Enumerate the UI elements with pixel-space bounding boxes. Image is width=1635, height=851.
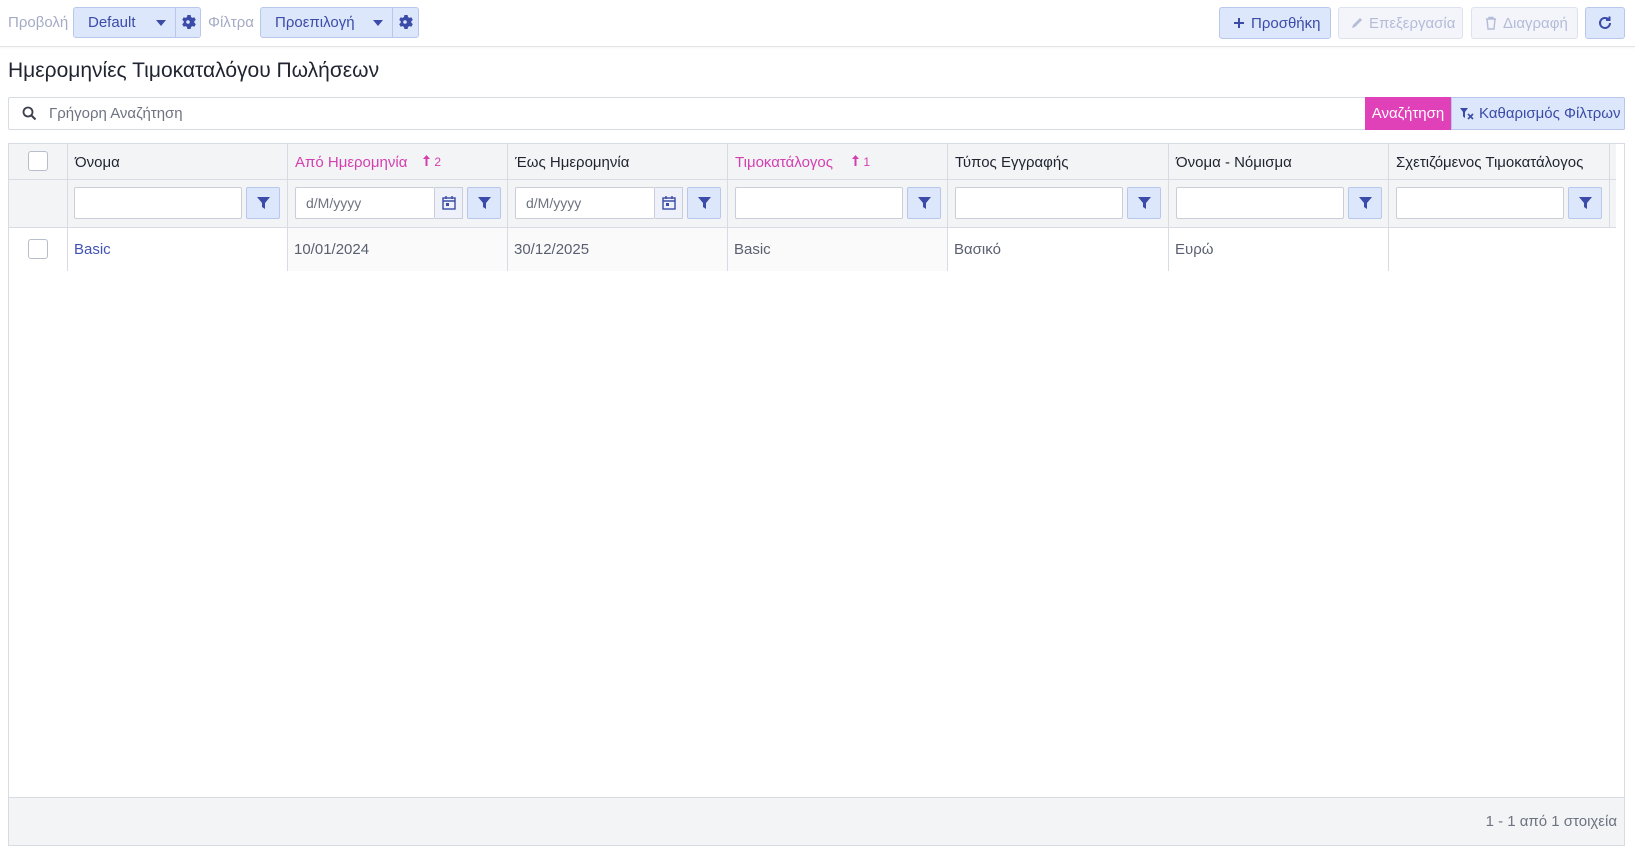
filter-preset-value: Προεπιλογή — [275, 14, 355, 31]
column-title[interactable]: Από Ημερομηνία — [295, 154, 407, 171]
plus-icon — [1234, 18, 1244, 28]
column-title[interactable]: Τύπος Εγγραφής — [955, 154, 1068, 171]
search-button[interactable]: Αναζήτηση — [1365, 97, 1451, 130]
column-header-record-type[interactable]: Τύπος Εγγραφής — [948, 144, 1169, 228]
filter-icon — [1137, 197, 1151, 209]
row-select-cell — [9, 228, 68, 271]
row-checkbox[interactable] — [28, 239, 48, 259]
filter-input-record-type[interactable] — [955, 187, 1123, 219]
refresh-button[interactable] — [1585, 7, 1625, 39]
chevron-down-icon[interactable] — [373, 20, 383, 26]
filter-button[interactable] — [246, 187, 280, 219]
cell-related-pricelist — [1389, 228, 1616, 271]
filter-button[interactable] — [907, 187, 941, 219]
filter-button[interactable] — [467, 187, 501, 219]
filter-preset-selector[interactable]: Προεπιλογή — [260, 7, 419, 38]
pencil-icon — [1352, 18, 1362, 28]
grid-header: Όνομα Από Ημερομηνία 2 d/M/yyyy Έως Ημερ… — [9, 144, 1616, 228]
clear-filters-button[interactable]: Καθαρισμός Φίλτρων — [1451, 97, 1625, 130]
calendar-icon — [661, 196, 676, 210]
gear-icon[interactable] — [180, 14, 196, 30]
grid-footer: 1 - 1 από 1 στοιχεία — [9, 797, 1624, 845]
column-title[interactable]: Τιμοκατάλογος — [735, 154, 833, 171]
column-header-name[interactable]: Όνομα — [68, 144, 288, 228]
delete-button[interactable]: Διαγραφή — [1471, 7, 1578, 39]
column-title[interactable]: Όνομα - Νόμισμα — [1176, 154, 1292, 171]
cell-pricelist: Basic — [728, 228, 948, 271]
search-input[interactable] — [49, 101, 1369, 126]
column-title[interactable]: Έως Ημερομηνία — [515, 154, 629, 171]
search-icon — [22, 106, 37, 121]
filter-input-pricelist[interactable] — [735, 187, 903, 219]
column-title[interactable]: Όνομα — [75, 154, 120, 171]
select-all-checkbox[interactable] — [28, 151, 48, 171]
add-button[interactable]: Προσθήκη — [1219, 7, 1331, 39]
cell-currency: Ευρώ — [1169, 228, 1389, 271]
clear-filters-label: Καθαρισμός Φίλτρων — [1479, 105, 1621, 122]
cell-record-type: Βασικό — [948, 228, 1169, 271]
filter-icon — [697, 197, 711, 209]
filter-icon — [1358, 197, 1372, 209]
pager-info: 1 - 1 από 1 στοιχεία — [1485, 813, 1617, 830]
select-column-header — [9, 144, 68, 228]
page-title: Ημερομηνίες Τιμοκαταλόγου Πωλήσεων — [8, 59, 380, 82]
delete-button-label: Διαγραφή — [1503, 14, 1568, 32]
calendar-button[interactable] — [655, 187, 683, 219]
column-title[interactable]: Σχετιζόμενος Τιμοκατάλογος — [1396, 154, 1583, 171]
view-label: Προβολή — [8, 14, 69, 31]
filter-date-to[interactable]: d/M/yyyy — [515, 187, 655, 219]
filter-button[interactable] — [1348, 187, 1382, 219]
refresh-icon — [1599, 16, 1611, 29]
cell-to-date: 30/12/2025 — [508, 228, 728, 271]
filter-input-currency[interactable] — [1176, 187, 1344, 219]
edit-button[interactable]: Επεξεργασία — [1338, 7, 1463, 39]
filter-button[interactable] — [687, 187, 721, 219]
add-button-label: Προσθήκη — [1251, 14, 1321, 32]
filter-button[interactable] — [1127, 187, 1161, 219]
view-selector-value: Default — [88, 14, 136, 31]
sort-up-icon — [852, 155, 859, 166]
filter-input-name[interactable] — [74, 187, 242, 219]
view-selector[interactable]: Default — [73, 7, 201, 38]
filter-date-from[interactable]: d/M/yyyy — [295, 187, 435, 219]
gear-icon[interactable] — [397, 14, 413, 30]
calendar-icon — [441, 196, 456, 210]
filter-input-related-pricelist[interactable] — [1396, 187, 1564, 219]
filter-clear-icon — [1460, 108, 1474, 120]
trash-icon — [1486, 16, 1496, 30]
column-header-pricelist[interactable]: Τιμοκατάλογος 1 — [728, 144, 948, 228]
column-header-related-pricelist[interactable]: Σχετιζόμενος Τιμοκατάλογος — [1389, 144, 1610, 228]
filter-icon — [477, 197, 491, 209]
filters-label: Φίλτρα — [208, 14, 254, 31]
column-header-currency[interactable]: Όνομα - Νόμισμα — [1169, 144, 1389, 228]
calendar-button[interactable] — [435, 187, 463, 219]
cell-name[interactable]: Basic — [68, 228, 288, 271]
column-header-to-date[interactable]: Έως Ημερομηνία d/M/yyyy — [508, 144, 728, 228]
column-header-from-date[interactable]: Από Ημερομηνία 2 d/M/yyyy — [288, 144, 508, 228]
edit-button-label: Επεξεργασία — [1369, 14, 1456, 32]
data-grid: Όνομα Από Ημερομηνία 2 d/M/yyyy Έως Ημερ… — [8, 143, 1625, 846]
sort-up-icon — [423, 155, 430, 166]
filter-button[interactable] — [1568, 187, 1602, 219]
table-row[interactable]: Basic 10/01/2024 30/12/2025 Basic Βασικό… — [9, 228, 1616, 271]
sort-indicator: 1 — [851, 155, 870, 169]
chevron-down-icon[interactable] — [156, 20, 166, 26]
filter-icon — [917, 197, 931, 209]
sort-indicator: 2 — [422, 155, 441, 169]
filter-icon — [1578, 197, 1592, 209]
cell-from-date: 10/01/2024 — [288, 228, 508, 271]
top-toolbar: Προβολή Default Φίλτρα Προεπιλογή Προσθή… — [0, 0, 1635, 47]
filter-icon — [256, 197, 270, 209]
